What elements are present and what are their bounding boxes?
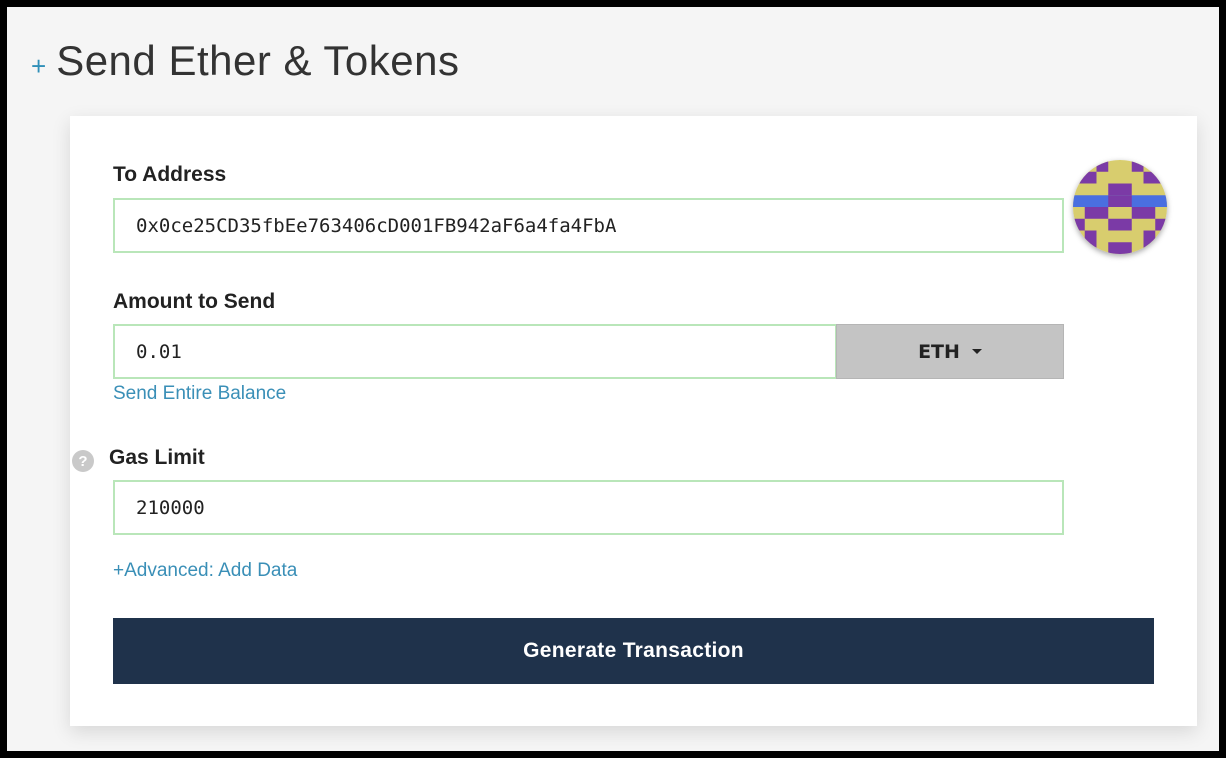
gas-limit-value: 210000	[136, 496, 205, 519]
to-address-value: 0x0ce25CD35fbEe763406cD001FB942aF6a4fa4F…	[136, 214, 617, 237]
amount-label: Amount to Send	[113, 290, 276, 313]
help-icon[interactable]: ?	[72, 450, 94, 472]
advanced-add-data-link[interactable]: +Advanced: Add Data	[113, 560, 297, 582]
page-title: Send Ether & Tokens	[56, 37, 460, 84]
page-header: + Send Ether & Tokens	[31, 37, 460, 85]
gas-limit-label: Gas Limit	[109, 446, 205, 469]
caret-down-icon	[971, 349, 982, 354]
plus-icon[interactable]: +	[31, 53, 46, 79]
generate-transaction-button[interactable]: Generate Transaction	[113, 618, 1154, 684]
identicon-avatar	[1073, 160, 1167, 254]
to-address-label: To Address	[113, 163, 227, 186]
gas-limit-input[interactable]: 210000	[113, 480, 1064, 535]
send-entire-balance-link[interactable]: Send Entire Balance	[113, 383, 286, 405]
app-frame: + Send Ether & Tokens To Address 0x0ce25…	[0, 0, 1226, 758]
amount-value: 0.01	[136, 340, 182, 363]
amount-input[interactable]: 0.01	[113, 324, 837, 379]
to-address-input[interactable]: 0x0ce25CD35fbEe763406cD001FB942aF6a4fa4F…	[113, 198, 1064, 253]
token-selected-value: ETH	[918, 340, 960, 363]
token-dropdown[interactable]: ETH	[836, 324, 1064, 379]
